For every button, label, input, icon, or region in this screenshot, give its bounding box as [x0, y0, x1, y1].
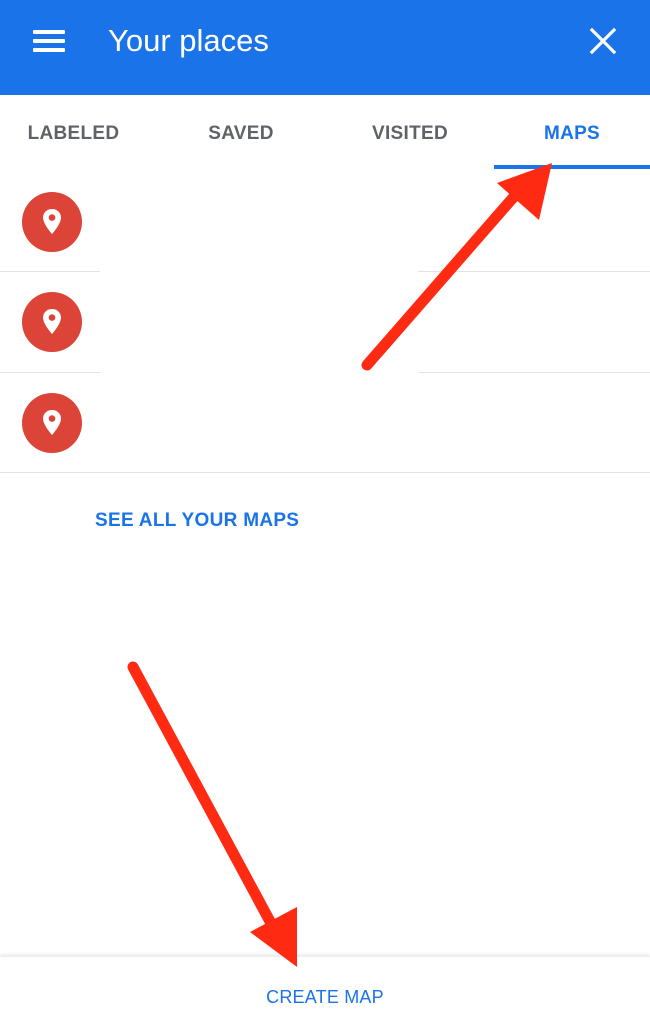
menu-icon[interactable] — [33, 30, 65, 52]
tab-saved[interactable]: SAVED — [160, 95, 322, 172]
divider — [0, 472, 650, 473]
app-bar: Your places — [0, 0, 650, 95]
map-pin-icon — [22, 292, 82, 352]
see-all-maps-link[interactable]: SEE ALL YOUR MAPS — [95, 510, 299, 532]
map-pin-icon — [22, 393, 82, 453]
close-icon[interactable] — [589, 27, 617, 55]
map-list-item[interactable] — [0, 373, 650, 473]
redaction-gap — [100, 270, 418, 273]
arrow-to-create-map — [127, 661, 297, 967]
create-map-button[interactable]: CREATE MAP — [0, 987, 650, 1008]
tab-visited[interactable]: VISITED — [330, 95, 490, 172]
tab-maps[interactable]: MAPS — [494, 95, 650, 172]
map-pin-icon — [22, 192, 82, 252]
tab-bar: LABELED SAVED VISITED MAPS — [0, 95, 650, 172]
tab-labeled[interactable]: LABELED — [0, 95, 147, 172]
redaction-gap — [100, 371, 418, 374]
bottom-action-bar: CREATE MAP — [0, 956, 650, 1024]
map-list-item[interactable] — [0, 272, 650, 372]
page-title: Your places — [108, 23, 269, 58]
map-list-item[interactable] — [0, 172, 650, 272]
active-tab-indicator — [494, 165, 650, 169]
